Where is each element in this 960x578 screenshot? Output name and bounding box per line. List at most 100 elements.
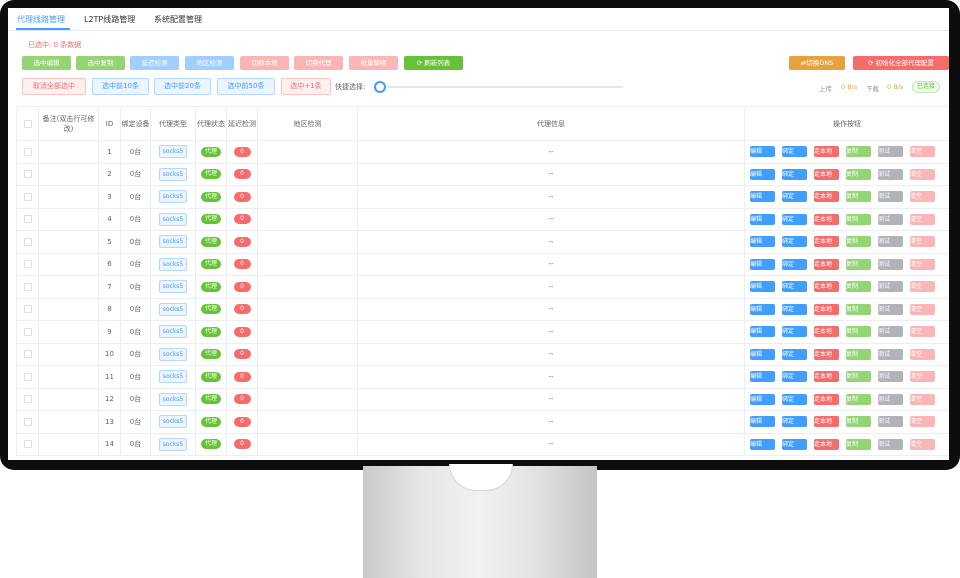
row-checkbox-cell[interactable] bbox=[16, 140, 39, 164]
copy-button[interactable]: 复制 bbox=[846, 191, 871, 203]
bind-button[interactable]: 绑定 bbox=[782, 281, 807, 293]
row-checkbox[interactable] bbox=[23, 192, 32, 201]
table-row[interactable]: 5 0台 socks5 代理 0 -- 编辑 绑定 走本地 复制 测试 清空 bbox=[16, 230, 949, 254]
clear-button[interactable]: 清空 bbox=[910, 326, 935, 338]
copy-button[interactable]: 复制 bbox=[846, 303, 871, 315]
test-button[interactable]: 测试 bbox=[878, 416, 903, 428]
remark-cell[interactable] bbox=[38, 410, 99, 434]
remark-cell[interactable] bbox=[38, 387, 99, 411]
clear-button[interactable]: 清空 bbox=[910, 281, 935, 293]
quick-select-slider-track[interactable] bbox=[387, 86, 623, 88]
select-all-checkbox-cell[interactable] bbox=[16, 106, 39, 141]
copy-selected-button[interactable]: 选中复制 bbox=[76, 56, 125, 70]
region-check-button[interactable]: 地区检测 bbox=[185, 56, 234, 70]
tab-system-config[interactable]: 系统配置管理 bbox=[154, 14, 202, 25]
row-checkbox-cell[interactable] bbox=[16, 410, 39, 434]
copy-button[interactable]: 复制 bbox=[846, 416, 871, 428]
go-local-button[interactable]: 走本地 bbox=[814, 281, 839, 293]
row-checkbox-cell[interactable] bbox=[16, 252, 39, 276]
edit-button[interactable]: 编辑 bbox=[750, 168, 775, 180]
go-local-button[interactable]: 走本地 bbox=[814, 348, 839, 360]
table-row[interactable]: 4 0台 socks5 代理 0 -- 编辑 绑定 走本地 复制 测试 清空 bbox=[16, 207, 949, 231]
remark-cell[interactable] bbox=[38, 185, 99, 209]
row-checkbox-cell[interactable] bbox=[16, 162, 39, 186]
remark-cell[interactable] bbox=[38, 252, 99, 276]
edit-selected-button[interactable]: 选中编辑 bbox=[22, 56, 71, 70]
go-local-button[interactable]: 走本地 bbox=[814, 371, 839, 383]
select-plus-one-button[interactable]: 选中+1条 bbox=[281, 78, 331, 95]
test-button[interactable]: 测试 bbox=[878, 191, 903, 203]
clear-button[interactable]: 清空 bbox=[910, 393, 935, 405]
switch-local-button[interactable]: 切换本地 bbox=[240, 56, 289, 70]
bind-button[interactable]: 绑定 bbox=[782, 213, 807, 225]
go-local-button[interactable]: 走本地 bbox=[814, 236, 839, 248]
remark-cell[interactable] bbox=[38, 342, 99, 366]
table-row[interactable]: 10 0台 socks5 代理 0 -- 编辑 绑定 走本地 复制 测试 清空 bbox=[16, 342, 949, 366]
switch-dns-button[interactable]: ⇄切换DNS bbox=[789, 56, 845, 70]
row-checkbox-cell[interactable] bbox=[16, 297, 39, 321]
select-top50-button[interactable]: 选中前50条 bbox=[217, 78, 275, 95]
copy-button[interactable]: 复制 bbox=[846, 326, 871, 338]
copy-button[interactable]: 复制 bbox=[846, 438, 871, 450]
row-checkbox[interactable] bbox=[23, 282, 32, 291]
bind-button[interactable]: 绑定 bbox=[782, 236, 807, 248]
row-checkbox[interactable] bbox=[23, 417, 32, 426]
edit-button[interactable]: 编辑 bbox=[750, 371, 775, 383]
clear-button[interactable]: 清空 bbox=[910, 438, 935, 450]
select-all-checkbox[interactable] bbox=[23, 119, 32, 128]
clear-button[interactable]: 清空 bbox=[910, 258, 935, 270]
select-top20-button[interactable]: 选中前20条 bbox=[154, 78, 211, 95]
row-checkbox-cell[interactable] bbox=[16, 387, 39, 411]
remark-cell[interactable] bbox=[38, 207, 99, 231]
copy-button[interactable]: 复制 bbox=[846, 281, 871, 293]
bind-button[interactable]: 绑定 bbox=[782, 258, 807, 270]
batch-unbind-button[interactable]: 批量解绑 bbox=[349, 56, 398, 70]
copy-button[interactable]: 复制 bbox=[846, 393, 871, 405]
clear-button[interactable]: 清空 bbox=[910, 213, 935, 225]
row-checkbox-cell[interactable] bbox=[16, 320, 39, 344]
copy-button[interactable]: 复制 bbox=[846, 371, 871, 383]
bind-button[interactable]: 绑定 bbox=[782, 146, 807, 158]
edit-button[interactable]: 编辑 bbox=[750, 213, 775, 225]
test-button[interactable]: 测试 bbox=[878, 326, 903, 338]
edit-button[interactable]: 编辑 bbox=[750, 393, 775, 405]
clear-button[interactable]: 清空 bbox=[910, 348, 935, 360]
deselect-all-button[interactable]: 取消全部选中 bbox=[22, 78, 86, 95]
test-button[interactable]: 测试 bbox=[878, 168, 903, 180]
row-checkbox[interactable] bbox=[23, 395, 32, 404]
row-checkbox[interactable] bbox=[23, 350, 32, 359]
copy-button[interactable]: 复制 bbox=[846, 213, 871, 225]
go-local-button[interactable]: 走本地 bbox=[814, 416, 839, 428]
go-local-button[interactable]: 走本地 bbox=[814, 303, 839, 315]
edit-button[interactable]: 编辑 bbox=[750, 348, 775, 360]
go-local-button[interactable]: 走本地 bbox=[814, 393, 839, 405]
edit-button[interactable]: 编辑 bbox=[750, 416, 775, 428]
copy-button[interactable]: 复制 bbox=[846, 236, 871, 248]
test-button[interactable]: 测试 bbox=[878, 281, 903, 293]
remark-cell[interactable] bbox=[38, 320, 99, 344]
edit-button[interactable]: 编辑 bbox=[750, 438, 775, 450]
tab-l2tp-lines[interactable]: L2TP线路管理 bbox=[84, 14, 135, 25]
latency-check-button[interactable]: 延迟检测 bbox=[130, 56, 179, 70]
edit-button[interactable]: 编辑 bbox=[750, 191, 775, 203]
row-checkbox[interactable] bbox=[23, 327, 32, 336]
table-row[interactable]: 14 0台 socks5 代理 0 -- 编辑 绑定 走本地 复制 测试 清空 bbox=[16, 432, 949, 456]
test-button[interactable]: 测试 bbox=[878, 371, 903, 383]
go-local-button[interactable]: 走本地 bbox=[814, 146, 839, 158]
copy-button[interactable]: 复制 bbox=[846, 168, 871, 180]
test-button[interactable]: 测试 bbox=[878, 213, 903, 225]
table-row[interactable]: 8 0台 socks5 代理 0 -- 编辑 绑定 走本地 复制 测试 清空 bbox=[16, 297, 949, 321]
row-checkbox[interactable] bbox=[23, 237, 32, 246]
refresh-list-button[interactable]: ⟳ 刷新列表 bbox=[404, 56, 463, 70]
edit-button[interactable]: 编辑 bbox=[750, 281, 775, 293]
row-checkbox[interactable] bbox=[23, 372, 32, 381]
test-button[interactable]: 测试 bbox=[878, 303, 903, 315]
table-row[interactable]: 11 0台 socks5 代理 0 -- 编辑 绑定 走本地 复制 测试 清空 bbox=[16, 365, 949, 389]
row-checkbox-cell[interactable] bbox=[16, 365, 39, 389]
clear-button[interactable]: 清空 bbox=[910, 371, 935, 383]
test-button[interactable]: 测试 bbox=[878, 146, 903, 158]
row-checkbox[interactable] bbox=[23, 147, 32, 156]
row-checkbox-cell[interactable] bbox=[16, 185, 39, 209]
test-button[interactable]: 测试 bbox=[878, 438, 903, 450]
bind-button[interactable]: 绑定 bbox=[782, 326, 807, 338]
